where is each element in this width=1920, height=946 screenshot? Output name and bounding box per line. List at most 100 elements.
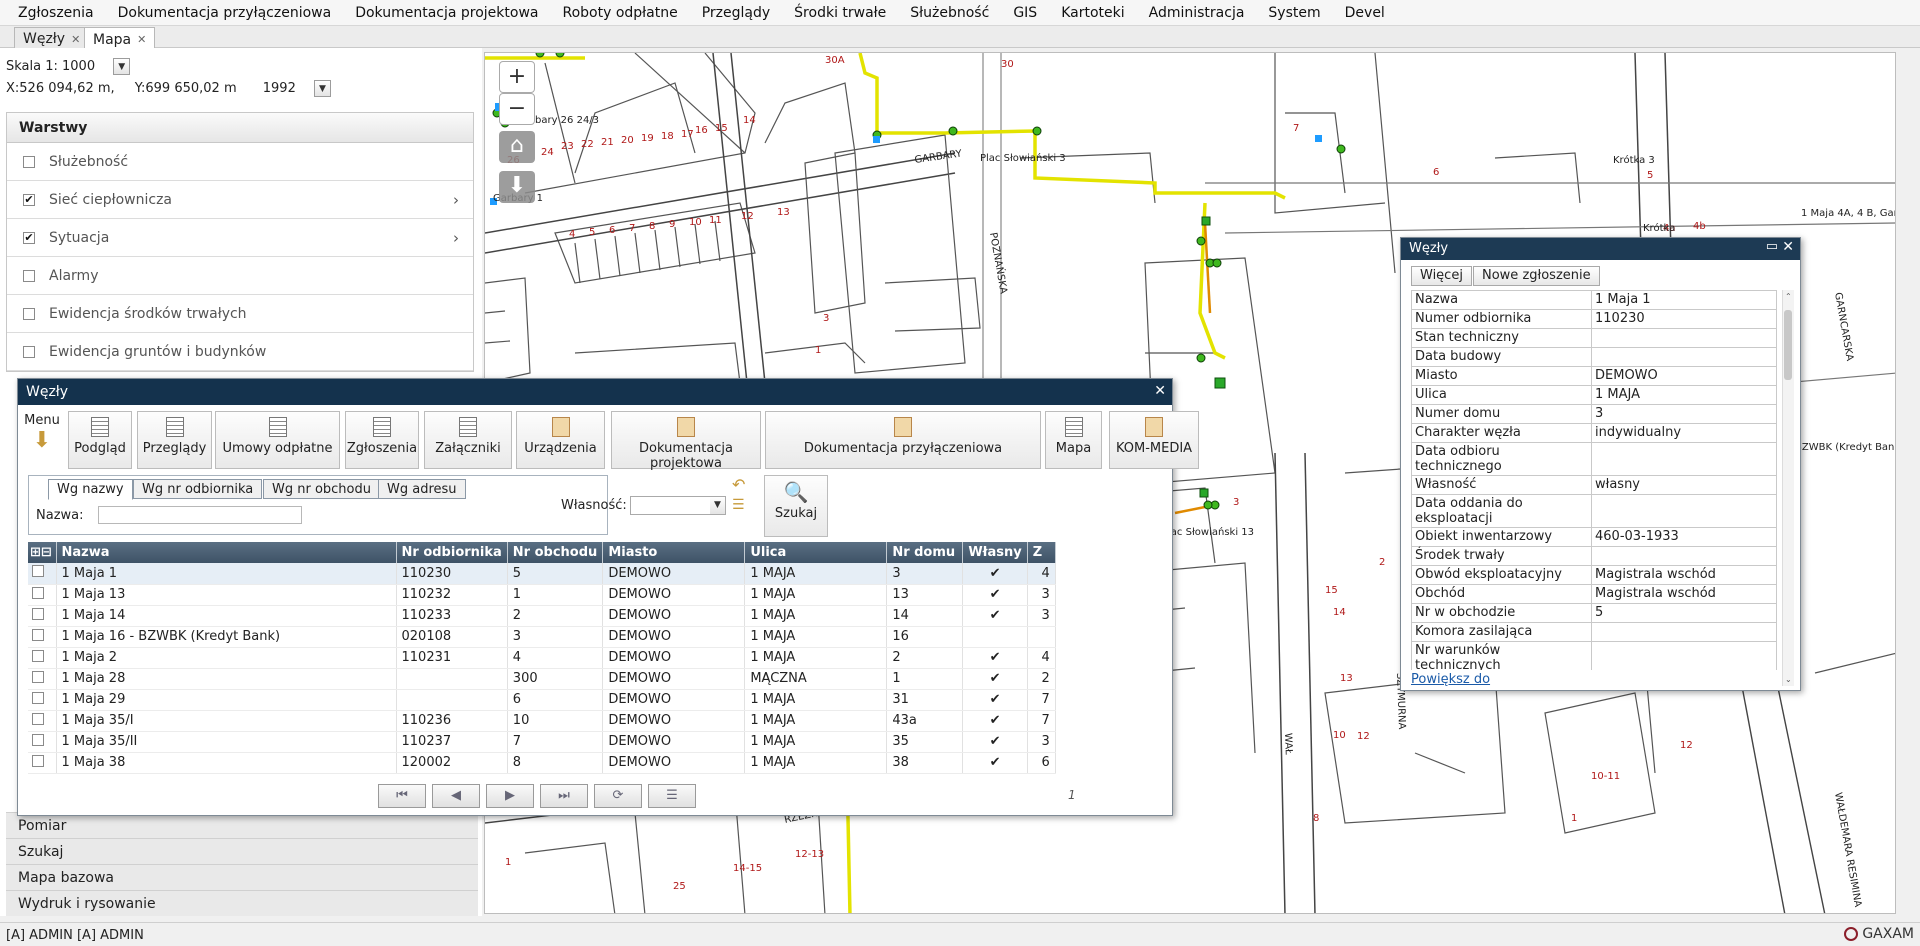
close-icon[interactable]: ✕ — [1782, 239, 1794, 255]
accordion-mapa-bazowa[interactable]: Mapa bazowa — [6, 864, 478, 890]
layer-checkbox[interactable] — [23, 307, 35, 320]
row-checkbox[interactable] — [32, 649, 44, 662]
epsg-dropdown[interactable]: ▼ — [314, 80, 331, 97]
layer-checkbox[interactable]: ✔ — [23, 193, 35, 206]
row-checkbox[interactable] — [32, 628, 44, 641]
table-row[interactable]: 1 Maja 28 300 DEMOWO MĄCZNA 1 ✔ 2 — [28, 668, 1056, 690]
layer-checkbox[interactable] — [23, 345, 35, 358]
layer-checkbox[interactable] — [23, 155, 35, 168]
toolbar-button-2[interactable]: Umowy odpłatne — [215, 411, 340, 469]
menu-item-2[interactable]: Dokumentacja projektowa — [343, 5, 550, 21]
accordion-szukaj[interactable]: Szukaj — [6, 838, 478, 864]
close-icon[interactable]: ✕ — [71, 33, 80, 46]
row-checkbox[interactable] — [32, 712, 44, 725]
accordion-wydruk[interactable]: Wydruk i rysowanie — [6, 890, 478, 916]
toolbar-button-9[interactable]: KOM-MEDIA — [1109, 411, 1199, 469]
table-row[interactable]: 1 Maja 38 120002 8 DEMOWO 1 MAJA 38 ✔ 6 — [28, 752, 1056, 774]
table-row[interactable]: 1 Maja 2 110231 4 DEMOWO 1 MAJA 2 ✔ 4 — [28, 647, 1056, 669]
menu-button[interactable]: Menu ⬇ — [24, 413, 60, 453]
row-select-cell[interactable] — [28, 710, 57, 732]
column-header[interactable]: Własny — [962, 542, 1028, 563]
tab-mapa[interactable]: Mapa ✕ — [84, 27, 156, 49]
toolbar-button-4[interactable]: Załączniki — [424, 411, 512, 469]
row-select-cell[interactable] — [28, 647, 57, 669]
row-checkbox[interactable] — [32, 607, 44, 620]
table-row[interactable]: 1 Maja 16 - BZWBK (Kredyt Bank) 020108 3 DE… — [28, 626, 1056, 648]
scale-dropdown[interactable]: ▼ — [113, 58, 131, 75]
menu-item-10[interactable]: System — [1256, 5, 1332, 21]
undo-icon[interactable]: ↶ — [732, 475, 745, 494]
expand-collapse-icons[interactable]: ⊞⊟ — [28, 542, 57, 563]
close-icon[interactable]: ✕ — [137, 33, 146, 46]
layer-row[interactable]: ✔ Sieć ciepłownicza › — [7, 181, 473, 219]
menu-item-5[interactable]: Środki trwałe — [782, 5, 898, 21]
row-select-cell[interactable] — [28, 584, 57, 606]
close-icon[interactable]: ✕ — [1154, 383, 1166, 399]
menu-item-6[interactable]: Służebność — [898, 5, 1001, 21]
table-row[interactable]: 1 Maja 13 110232 1 DEMOWO 1 MAJA 13 ✔ 3 — [28, 584, 1056, 606]
table-row[interactable]: 1 Maja 35/I 110236 10 DEMOWO 1 MAJA 43a ✔ 7 — [28, 710, 1056, 732]
next-page-button[interactable]: ▶ — [486, 784, 534, 808]
window-titlebar[interactable]: Węzły ▭ ✕ — [1401, 238, 1800, 260]
menu-item-9[interactable]: Administracja — [1137, 5, 1257, 21]
home-icon[interactable]: ⌂ — [499, 131, 535, 163]
ownership-select[interactable]: ▼ — [630, 496, 726, 515]
chevron-down-icon[interactable]: ▼ — [710, 497, 725, 514]
row-checkbox[interactable] — [32, 733, 44, 746]
toolbar-button-5[interactable]: Urządzenia — [516, 411, 605, 469]
row-select-cell[interactable] — [28, 626, 57, 648]
menu-item-7[interactable]: GIS — [1001, 5, 1049, 21]
column-header[interactable]: Nr odbiornika — [396, 542, 508, 563]
first-page-button[interactable]: ⏮ — [378, 784, 426, 808]
toolbar-button-3[interactable]: Zgłoszenia — [345, 411, 419, 469]
toolbar-button-7[interactable]: Dokumentacja przyłączeniowa — [765, 411, 1041, 469]
more-button[interactable]: Więcej — [1411, 266, 1472, 286]
row-select-cell[interactable] — [28, 689, 57, 711]
toolbar-button-8[interactable]: Mapa — [1045, 411, 1102, 469]
filter-tab-2[interactable]: Wg nr obchodu — [263, 479, 380, 499]
row-checkbox[interactable] — [32, 691, 44, 704]
toolbar-button-6[interactable]: Dokumentacja projektowa — [611, 411, 761, 471]
row-select-cell[interactable] — [28, 605, 57, 627]
column-header[interactable]: Nazwa — [56, 542, 397, 563]
list-icon[interactable]: ☰ — [648, 784, 696, 808]
layer-checkbox[interactable]: ✔ — [23, 231, 35, 244]
search-button[interactable]: 🔍 Szukaj — [764, 475, 828, 537]
row-checkbox[interactable] — [32, 586, 44, 599]
zoom-to-link[interactable]: Powiększ do — [1411, 672, 1490, 687]
chevron-right-icon[interactable]: › — [453, 229, 459, 247]
table-row[interactable]: 1 Maja 29 6 DEMOWO 1 MAJA 31 ✔ 7 — [28, 689, 1056, 711]
maximize-icon[interactable]: ▭ — [1766, 239, 1778, 254]
list-icon[interactable]: ☰ — [732, 497, 745, 513]
layer-row[interactable]: ✔ Sytuacja › — [7, 219, 473, 257]
menu-item-1[interactable]: Dokumentacja przyłączeniowa — [106, 5, 344, 21]
toolbar-button-0[interactable]: Podgląd — [68, 411, 132, 469]
column-header[interactable]: Nr domu — [886, 542, 964, 563]
row-select-cell[interactable] — [28, 668, 57, 690]
zoom-out-button[interactable]: − — [499, 93, 535, 125]
window-titlebar[interactable]: Węzły ✕ — [18, 379, 1172, 405]
column-header[interactable]: Nr obchodu — [507, 542, 604, 563]
tab-wezly[interactable]: Węzły ✕ — [14, 27, 90, 48]
last-page-button[interactable]: ⏭ — [540, 784, 588, 808]
menu-item-3[interactable]: Roboty odpłatne — [551, 5, 690, 21]
layer-row[interactable]: Ewidencja środków trwałych — [7, 295, 473, 333]
name-input[interactable] — [98, 506, 302, 524]
new-report-button[interactable]: Nowe zgłoszenie — [1473, 266, 1600, 286]
layer-row[interactable]: Alarmy — [7, 257, 473, 295]
zoom-in-button[interactable]: + — [499, 61, 535, 93]
prev-page-button[interactable]: ◀ — [432, 784, 480, 808]
row-checkbox[interactable] — [32, 670, 44, 683]
row-select-cell[interactable] — [28, 752, 57, 774]
column-header[interactable]: Ulica — [744, 542, 888, 563]
filter-tab-3[interactable]: Wg adresu — [378, 479, 466, 499]
filter-tab-1[interactable]: Wg nr odbiornika — [133, 479, 263, 499]
filter-tab-0[interactable]: Wg nazwy — [48, 479, 133, 500]
column-header[interactable]: Miasto — [602, 542, 746, 563]
row-checkbox[interactable] — [32, 565, 44, 578]
row-select-cell[interactable] — [28, 563, 57, 585]
toolbar-button-1[interactable]: Przeglądy — [137, 411, 212, 469]
table-row[interactable]: 1 Maja 35/II 110237 7 DEMOWO 1 MAJA 35 ✔ 3 — [28, 731, 1056, 753]
table-row[interactable]: 1 Maja 1 110230 5 DEMOWO 1 MAJA 3 ✔ 4 — [28, 563, 1056, 585]
row-select-cell[interactable] — [28, 731, 57, 753]
